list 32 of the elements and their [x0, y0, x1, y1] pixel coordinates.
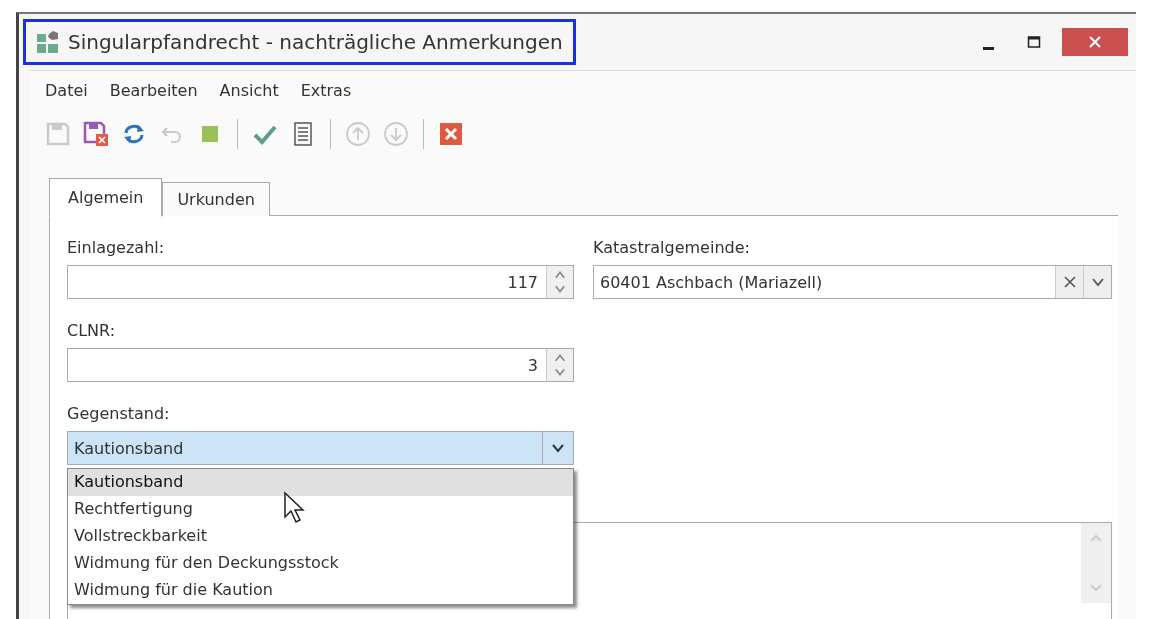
dropdown-option[interactable]: Widmung für den Deckungsstock — [68, 550, 573, 577]
combo-field[interactable]: 60401 Aschbach (Mariazell) — [593, 265, 1112, 299]
app-icon — [36, 30, 60, 54]
field-label: Einlagezahl: — [67, 238, 166, 257]
field-label: Gegenstand: — [67, 404, 171, 423]
window-title: Singularpfandrecht - nachträgliche Anmerkungen — [68, 30, 563, 54]
maximize-icon — [1027, 35, 1041, 49]
discard-changes-icon[interactable] — [81, 119, 111, 149]
number-field[interactable]: 3 — [67, 348, 574, 382]
mouse-cursor-icon — [283, 491, 305, 525]
close-icon — [1088, 35, 1102, 49]
menu-item[interactable]: Bearbeiten — [109, 81, 198, 100]
dropdown-field[interactable]: Kautionsband — [67, 431, 574, 465]
field-label: CLNR: — [67, 321, 117, 340]
dropdown-option[interactable]: Vollstreckbarkeit — [68, 523, 573, 550]
tab[interactable]: Algemein — [49, 178, 163, 217]
menu-item[interactable]: Datei — [45, 81, 88, 100]
menu-item[interactable]: Ansicht — [219, 81, 279, 100]
dropdown-option[interactable]: Kautionsband — [68, 469, 573, 496]
spinner-arrows-icon[interactable] — [546, 349, 573, 381]
clear-button[interactable] — [1055, 266, 1083, 298]
dropdown-option[interactable]: Widmung für die Kaution — [68, 577, 573, 604]
dropdown-button[interactable] — [1083, 266, 1111, 298]
tab[interactable]: Urkunden — [162, 182, 270, 217]
field-label: Katastralgemeinde: — [593, 238, 751, 257]
menu-item[interactable]: Extras — [300, 81, 352, 100]
close-button[interactable] — [1062, 28, 1128, 56]
minimize-icon — [982, 46, 994, 50]
clear-icon — [1062, 275, 1077, 289]
number-field[interactable]: 117 — [67, 265, 574, 299]
spinner-arrows-icon[interactable] — [546, 266, 573, 298]
dropdown-option[interactable]: Rechtfertigung — [68, 496, 573, 523]
